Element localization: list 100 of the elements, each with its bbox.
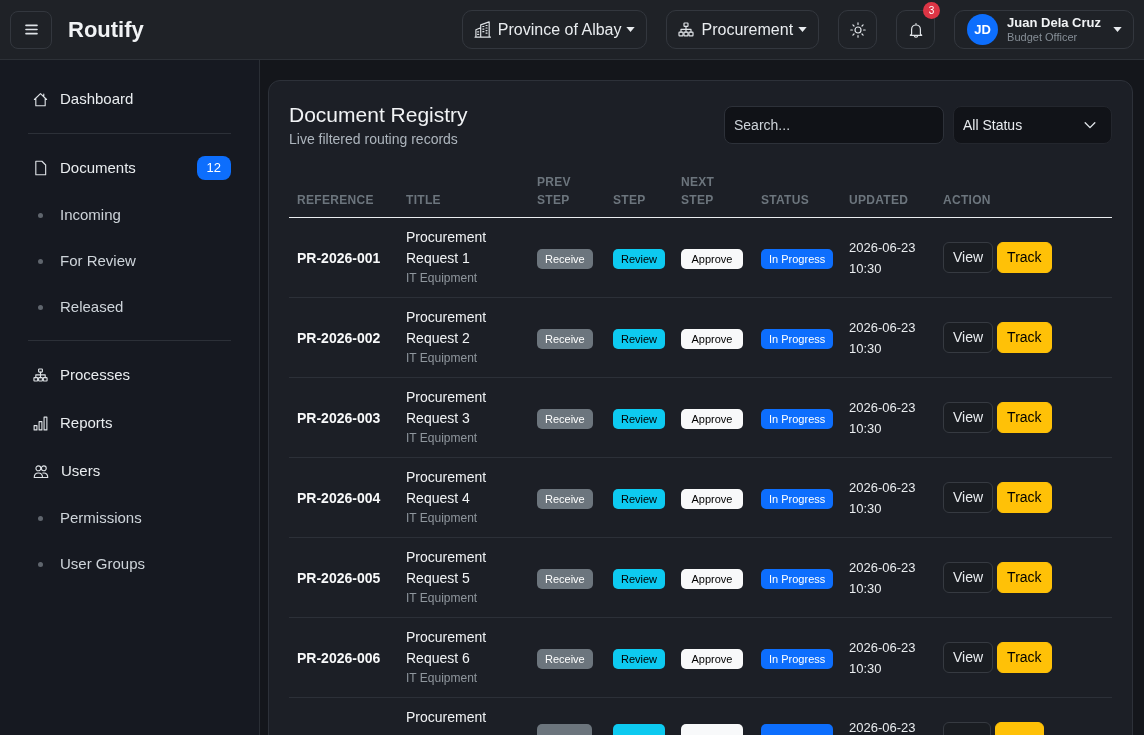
dot-icon xyxy=(38,515,43,521)
caret-icon xyxy=(1113,27,1122,32)
status-badge: In Progress xyxy=(761,568,834,589)
dot-icon xyxy=(38,561,43,567)
sidebar-item[interactable]: Processes xyxy=(28,351,231,399)
step-badge: Approve xyxy=(681,488,743,509)
step-badge: Approve xyxy=(681,248,743,269)
sidebar-item[interactable]: Users xyxy=(28,447,231,495)
document-icon xyxy=(33,160,48,176)
document-title: Procurement Request 1 xyxy=(406,228,488,268)
column-header: TITLE xyxy=(406,193,441,207)
organization-dropdown[interactable]: Province of Albay xyxy=(461,10,648,49)
updated-timestamp: 2026-06-23 10:30 xyxy=(849,479,917,518)
step-badge: Receive xyxy=(537,328,593,349)
track-button[interactable]: Track xyxy=(997,402,1052,433)
view-button[interactable]: View xyxy=(943,322,994,353)
step-badge: Approve xyxy=(681,568,743,589)
document-category: IT Equipment xyxy=(406,670,479,687)
document-title: Procurement Request 3 xyxy=(406,388,488,428)
document-category: IT Equipment xyxy=(406,510,479,527)
caret-icon xyxy=(626,27,636,32)
document-title: Procurement xyxy=(406,708,488,727)
document-category: IT Equipment xyxy=(406,590,479,607)
department-dropdown[interactable]: Procurement xyxy=(666,10,820,49)
sidebar-subitem[interactable]: For Review xyxy=(28,238,231,284)
count-badge: 12 xyxy=(196,156,231,180)
step-badge: Approve xyxy=(681,648,743,669)
sidebar-item[interactable]: Documents 12 xyxy=(28,144,231,192)
column-header: STATUS xyxy=(761,193,810,207)
view-button[interactable]: View xyxy=(943,482,994,513)
reference-number: PR-2026-001 xyxy=(297,249,381,266)
sidebar-subitem[interactable]: Incoming xyxy=(28,192,231,238)
menu-icon xyxy=(24,24,38,35)
updated-timestamp: 2026-06-23 10:30 xyxy=(849,559,917,598)
status-filter-dropdown[interactable]: All Status xyxy=(953,106,1112,144)
user-name: Juan Dela Cruz xyxy=(1007,15,1101,31)
sun-icon xyxy=(849,21,866,38)
step-badge: Receive xyxy=(537,488,593,509)
sidebar-subitem[interactable]: Released xyxy=(28,284,231,330)
reference-number: PR-2026-003 xyxy=(297,409,381,426)
user-role: Budget Officer xyxy=(1007,31,1078,44)
hierarchy-icon xyxy=(678,21,695,38)
document-title: Procurement Request 2 xyxy=(406,308,488,348)
sidebar-subitem[interactable]: Permissions xyxy=(28,495,231,541)
document-category: IT Equipment xyxy=(406,430,479,447)
step-badge: Review xyxy=(613,328,666,349)
dot-icon xyxy=(38,258,43,264)
step-badge: Review xyxy=(613,568,666,589)
status-badge: In Progress xyxy=(761,648,834,669)
column-header: UPDATED xyxy=(849,193,909,207)
sidebar-subitem[interactable]: User Groups xyxy=(28,541,231,587)
document-title: Procurement Request 4 xyxy=(406,468,488,508)
reference-number: PR-2026-006 xyxy=(297,649,381,666)
track-button[interactable]: Track xyxy=(997,482,1052,513)
card-subtitle: Live filtered routing records xyxy=(289,130,459,149)
hierarchy-icon xyxy=(33,367,48,383)
step-badge: Review xyxy=(613,488,666,509)
view-button[interactable]: View xyxy=(943,242,994,273)
column-header: NEXT STEP xyxy=(681,175,715,207)
sidebar-item[interactable]: Dashboard xyxy=(28,75,231,123)
step-badge: Receive xyxy=(537,648,593,669)
step-badge: Review xyxy=(613,248,666,269)
document-category: IT Equipment xyxy=(406,350,479,367)
document-title: Procurement Request 6 xyxy=(406,628,488,668)
caret-icon xyxy=(798,27,808,32)
column-header: STEP xyxy=(613,193,646,207)
notification-count-badge: 3 xyxy=(923,2,941,19)
status-badge: In Progress xyxy=(761,408,834,429)
sidebar-item[interactable]: Reports xyxy=(28,399,231,447)
theme-toggle-button[interactable] xyxy=(838,10,878,49)
card-title: Document Registry xyxy=(289,102,468,128)
status-badge: In Progress xyxy=(761,248,834,269)
search-field[interactable]: Search... xyxy=(724,106,944,144)
step-badge: Receive xyxy=(537,568,593,589)
house-icon xyxy=(33,91,48,107)
track-button[interactable]: Track xyxy=(997,562,1052,593)
bar-chart-icon xyxy=(33,415,48,431)
reference-number: PR-2026-005 xyxy=(297,569,381,586)
dot-icon xyxy=(38,304,43,310)
view-button[interactable]: View xyxy=(943,562,994,593)
step-badge: Receive xyxy=(537,408,593,429)
updated-timestamp: 2026-06-23 xyxy=(849,719,917,735)
user-avatar: JD xyxy=(967,14,999,45)
reference-number: PR-2026-002 xyxy=(297,329,381,346)
buildings-icon xyxy=(473,21,491,38)
track-button[interactable]: Track xyxy=(997,242,1052,273)
menu-button[interactable] xyxy=(10,10,52,49)
view-button[interactable]: View xyxy=(943,642,994,673)
step-badge: Receive xyxy=(537,248,593,269)
view-button[interactable]: View xyxy=(943,402,994,433)
updated-timestamp: 2026-06-23 10:30 xyxy=(849,239,917,278)
track-button[interactable]: Track xyxy=(997,642,1052,673)
track-button[interactable]: Track xyxy=(997,322,1052,353)
column-header: PREV STEP xyxy=(537,175,571,207)
user-menu-button[interactable]: JD Juan Dela Cruz Budget Officer xyxy=(954,10,1134,49)
status-badge: In Progress xyxy=(761,488,834,509)
dot-icon xyxy=(38,212,43,218)
document-title: Procurement Request 5 xyxy=(406,548,488,588)
updated-timestamp: 2026-06-23 10:30 xyxy=(849,639,917,678)
step-badge: Approve xyxy=(681,328,743,349)
